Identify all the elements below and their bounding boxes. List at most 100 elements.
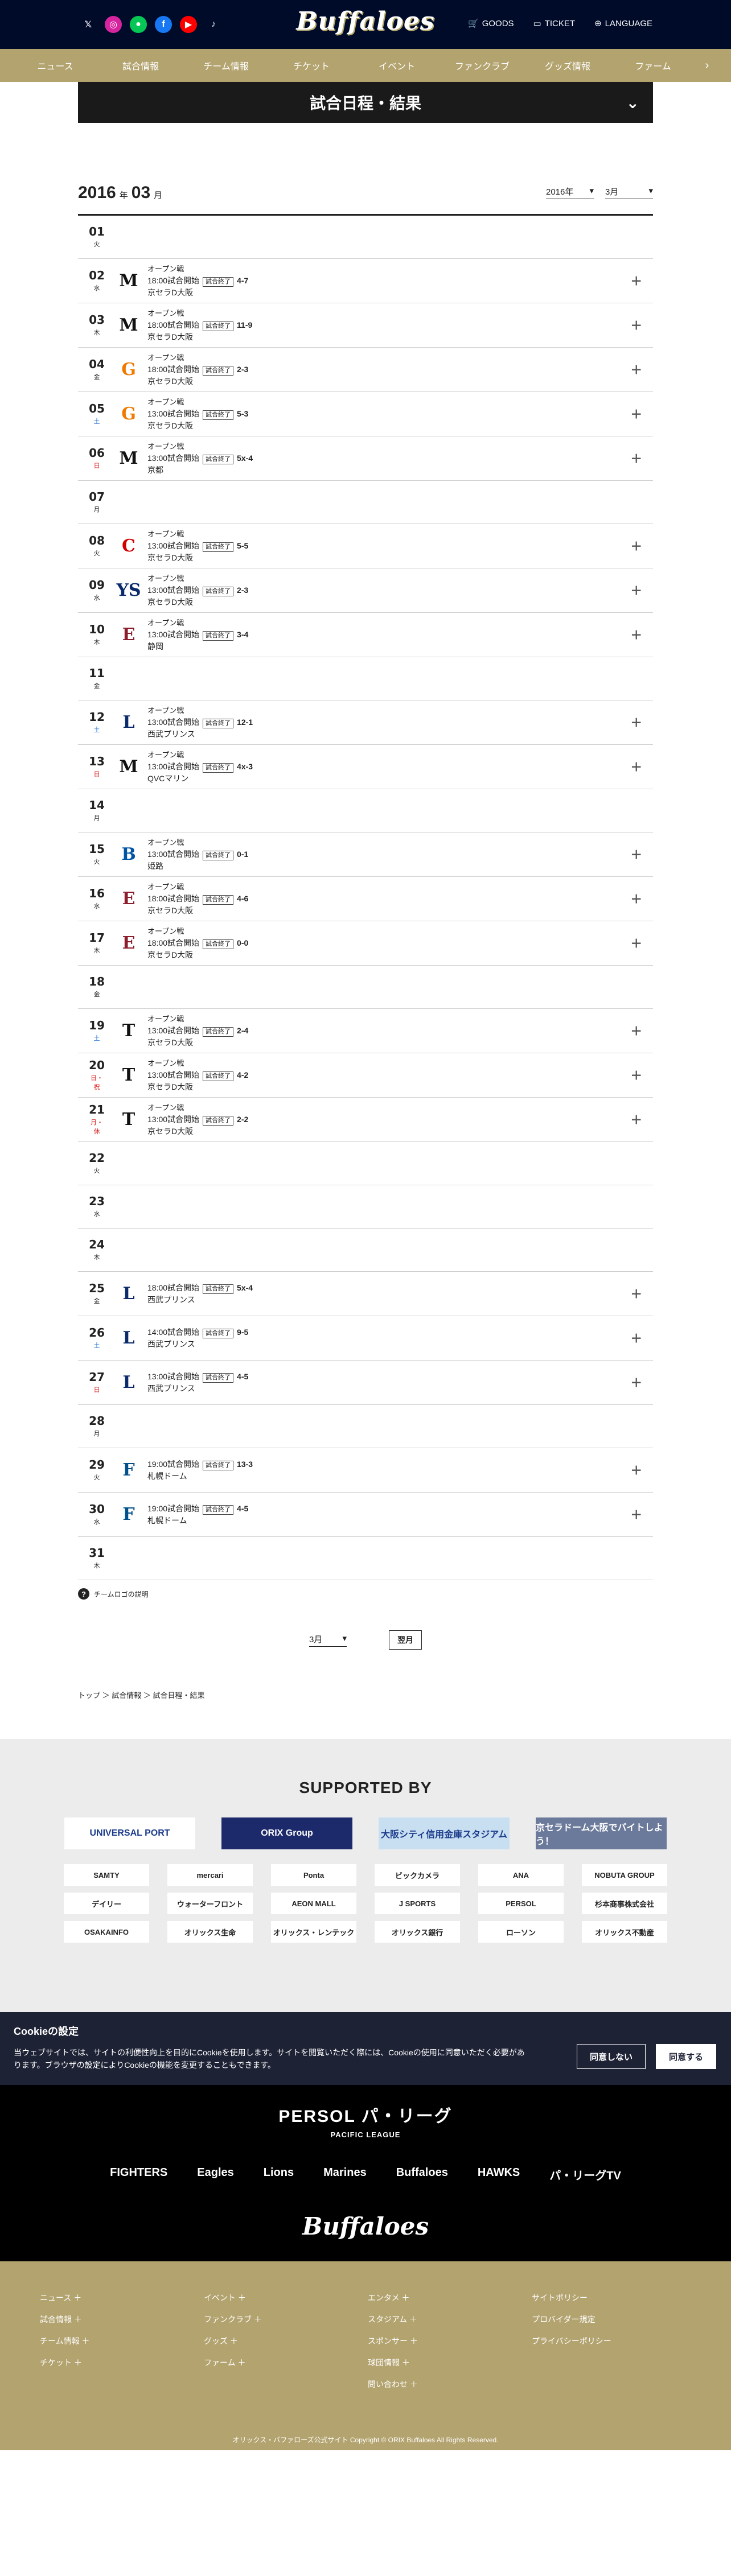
sponsor-logo[interactable]: NOBUTA GROUP <box>582 1864 667 1886</box>
game-score[interactable]: 4x-3 <box>237 762 253 771</box>
game-row[interactable]: 29 火 F 19:00試合開始 試合終了 13-3 札幌ドーム + <box>78 1448 653 1493</box>
nav-item[interactable]: ファンクラブ <box>440 59 525 72</box>
ticket-link[interactable]: ▭ TICKET <box>533 18 576 29</box>
team-logo[interactable]: パ・リーグTV <box>549 2166 621 2183</box>
nav-item[interactable]: 試合情報 <box>98 59 183 72</box>
footer-link[interactable]: プライバシーポリシー <box>532 2335 696 2347</box>
team-logo[interactable]: Buffaloes <box>396 2166 448 2183</box>
sponsor-logo[interactable]: ORIX Group <box>221 1817 352 1849</box>
game-score[interactable]: 5x-4 <box>237 454 253 463</box>
nav-item[interactable]: イベント <box>354 59 440 72</box>
sponsor-logo[interactable]: UNIVERSAL PORT <box>64 1817 195 1849</box>
sponsor-logo[interactable]: 杉本商事株式会社 <box>582 1893 667 1914</box>
game-score[interactable]: 0-1 <box>237 850 248 859</box>
game-row[interactable]: 09 水 YS オープン戦 13:00試合開始 試合終了 2-3 京セラD大阪 + <box>78 568 653 613</box>
game-score[interactable]: 2-4 <box>237 1026 248 1035</box>
year-select[interactable]: 2016年 ▾ <box>546 186 594 199</box>
sponsor-logo[interactable]: PERSOL <box>478 1893 564 1914</box>
facebook-icon[interactable]: f <box>155 16 172 33</box>
goods-link[interactable]: 🛒 GOODS <box>468 18 514 29</box>
sponsor-logo[interactable]: オリックス生命 <box>167 1921 253 1943</box>
team-logo[interactable]: Marines <box>323 2166 367 2183</box>
game-row[interactable]: 13 日 M オープン戦 13:00試合開始 試合終了 4x-3 QVCマリン + <box>78 745 653 789</box>
team-logo[interactable]: HAWKS <box>478 2166 520 2183</box>
game-row[interactable]: 30 水 F 19:00試合開始 試合終了 4-5 札幌ドーム + <box>78 1493 653 1537</box>
cookie-deny-button[interactable]: 同意しない <box>576 2044 646 2069</box>
game-row[interactable]: 06 日 M オープン戦 13:00試合開始 試合終了 5x-4 京都 + <box>78 436 653 481</box>
footer-link[interactable]: スタジアム ＋ <box>368 2314 532 2325</box>
game-score[interactable]: 3-4 <box>237 630 248 639</box>
game-score[interactable]: 4-2 <box>237 1070 248 1079</box>
footer-link[interactable]: プロバイダー規定 <box>532 2314 696 2325</box>
game-score[interactable]: 13-3 <box>237 1460 253 1469</box>
sponsor-logo[interactable]: デイリー <box>64 1893 149 1914</box>
line-icon[interactable]: ● <box>130 16 147 33</box>
sponsor-logo[interactable]: Ponta <box>271 1864 356 1886</box>
game-score[interactable]: 5-5 <box>237 541 248 550</box>
game-score[interactable]: 0-0 <box>237 938 248 947</box>
sponsor-logo[interactable]: J SPORTS <box>375 1893 460 1914</box>
game-score[interactable]: 12-1 <box>237 718 253 727</box>
expand-plus-icon[interactable]: + <box>631 359 642 380</box>
game-row[interactable]: 20 日・祝 T オープン戦 13:00試合開始 試合終了 4-2 京セラD大阪 + <box>78 1053 653 1098</box>
game-row[interactable]: 16 水 E オープン戦 18:00試合開始 試合終了 4-6 京セラD大阪 + <box>78 877 653 921</box>
nav-item[interactable]: ファーム <box>610 59 696 72</box>
team-logo-legend[interactable]: ? チームロゴの説明 <box>78 1588 653 1600</box>
footer-link[interactable]: スポンサー ＋ <box>368 2335 532 2347</box>
game-score[interactable]: 2-3 <box>237 365 248 374</box>
game-row[interactable]: 21 月・休 T オープン戦 13:00試合開始 試合終了 2-2 京セラD大阪 + <box>78 1098 653 1142</box>
game-row[interactable]: 12 土 L オープン戦 13:00試合開始 試合終了 12-1 西武プリンス + <box>78 700 653 745</box>
footer-link[interactable]: サイトポリシー <box>532 2292 696 2303</box>
game-score[interactable]: 2-3 <box>237 586 248 595</box>
game-row[interactable]: 10 木 E オープン戦 13:00試合開始 試合終了 3-4 静岡 + <box>78 613 653 657</box>
footer-link[interactable]: チーム情報 ＋ <box>40 2335 204 2347</box>
cookie-accept-button[interactable]: 同意する <box>655 2044 716 2069</box>
game-score[interactable]: 9-5 <box>237 1328 248 1337</box>
footer-link[interactable]: チケット ＋ <box>40 2357 204 2368</box>
footer-link[interactable]: 問い合わせ ＋ <box>368 2379 532 2390</box>
game-row[interactable]: 15 火 B オープン戦 13:00試合開始 試合終了 0-1 姫路 + <box>78 832 653 877</box>
game-score[interactable]: 4-6 <box>237 894 248 903</box>
buffaloes-logo[interactable]: Buffaloes <box>296 7 434 36</box>
youtube-icon[interactable]: ▶ <box>180 16 197 33</box>
page-title-bar[interactable]: 試合日程・結果 ⌄ <box>78 82 653 123</box>
sponsor-logo[interactable]: 大阪シティ信用金庫スタジアム <box>379 1817 510 1849</box>
footer-buffaloes-logo[interactable]: Buffaloes <box>0 2212 731 2240</box>
sponsor-logo[interactable]: ANA <box>478 1864 564 1886</box>
game-row[interactable]: 05 土 G オープン戦 13:00試合開始 試合終了 5-3 京セラD大阪 + <box>78 392 653 436</box>
expand-plus-icon[interactable]: + <box>631 535 642 557</box>
expand-plus-icon[interactable]: + <box>631 448 642 469</box>
chevron-right-icon[interactable]: › <box>696 59 718 72</box>
footer-link[interactable]: ファーム ＋ <box>204 2357 368 2368</box>
game-row[interactable]: 03 木 M オープン戦 18:00試合開始 試合終了 11-9 京セラD大阪 + <box>78 303 653 348</box>
expand-plus-icon[interactable]: + <box>631 1065 642 1086</box>
expand-plus-icon[interactable]: + <box>631 403 642 424</box>
game-score[interactable]: 4-5 <box>237 1504 248 1513</box>
sponsor-logo[interactable]: ウォーターフロント <box>167 1893 253 1914</box>
nav-item[interactable]: グッズ情報 <box>525 59 610 72</box>
instagram-icon[interactable]: ◎ <box>105 16 122 33</box>
footer-link[interactable]: イベント ＋ <box>204 2292 368 2303</box>
footer-link[interactable]: ファンクラブ ＋ <box>204 2314 368 2325</box>
sponsor-logo[interactable]: オリックス不動産 <box>582 1921 667 1943</box>
game-score[interactable]: 2-2 <box>237 1115 248 1124</box>
tiktok-icon[interactable]: ♪ <box>205 16 222 33</box>
game-row[interactable]: 17 木 E オープン戦 18:00試合開始 試合終了 0-0 京セラD大阪 + <box>78 921 653 966</box>
game-row[interactable]: 27 日 L 13:00試合開始 試合終了 4-5 西武プリンス + <box>78 1361 653 1405</box>
game-row[interactable]: 19 土 T オープン戦 13:00試合開始 試合終了 2-4 京セラD大阪 + <box>78 1009 653 1053</box>
game-row[interactable]: 25 金 L 18:00試合開始 試合終了 5x-4 西武プリンス + <box>78 1272 653 1316</box>
game-score[interactable]: 5-3 <box>237 409 248 418</box>
expand-plus-icon[interactable]: + <box>631 712 642 733</box>
team-logo[interactable]: Eagles <box>197 2166 233 2183</box>
game-score[interactable]: 5x-4 <box>237 1283 253 1292</box>
sponsor-logo[interactable]: OSAKAINFO <box>64 1921 149 1943</box>
pacific-league-logo[interactable]: PERSOL パ・リーグ PACIFIC LEAGUE <box>0 2102 731 2139</box>
expand-plus-icon[interactable]: + <box>631 580 642 601</box>
sponsor-logo[interactable]: AEON MALL <box>271 1893 356 1914</box>
pager-month-select[interactable]: 3月 ▾ <box>309 1633 347 1647</box>
game-row[interactable]: 04 金 G オープン戦 18:00試合開始 試合終了 2-3 京セラD大阪 + <box>78 348 653 392</box>
expand-plus-icon[interactable]: + <box>631 1020 642 1041</box>
footer-link[interactable]: エンタメ ＋ <box>368 2292 532 2303</box>
sponsor-logo[interactable]: ビックカメラ <box>375 1864 460 1886</box>
next-month-button[interactable]: 翌月 <box>389 1630 422 1650</box>
